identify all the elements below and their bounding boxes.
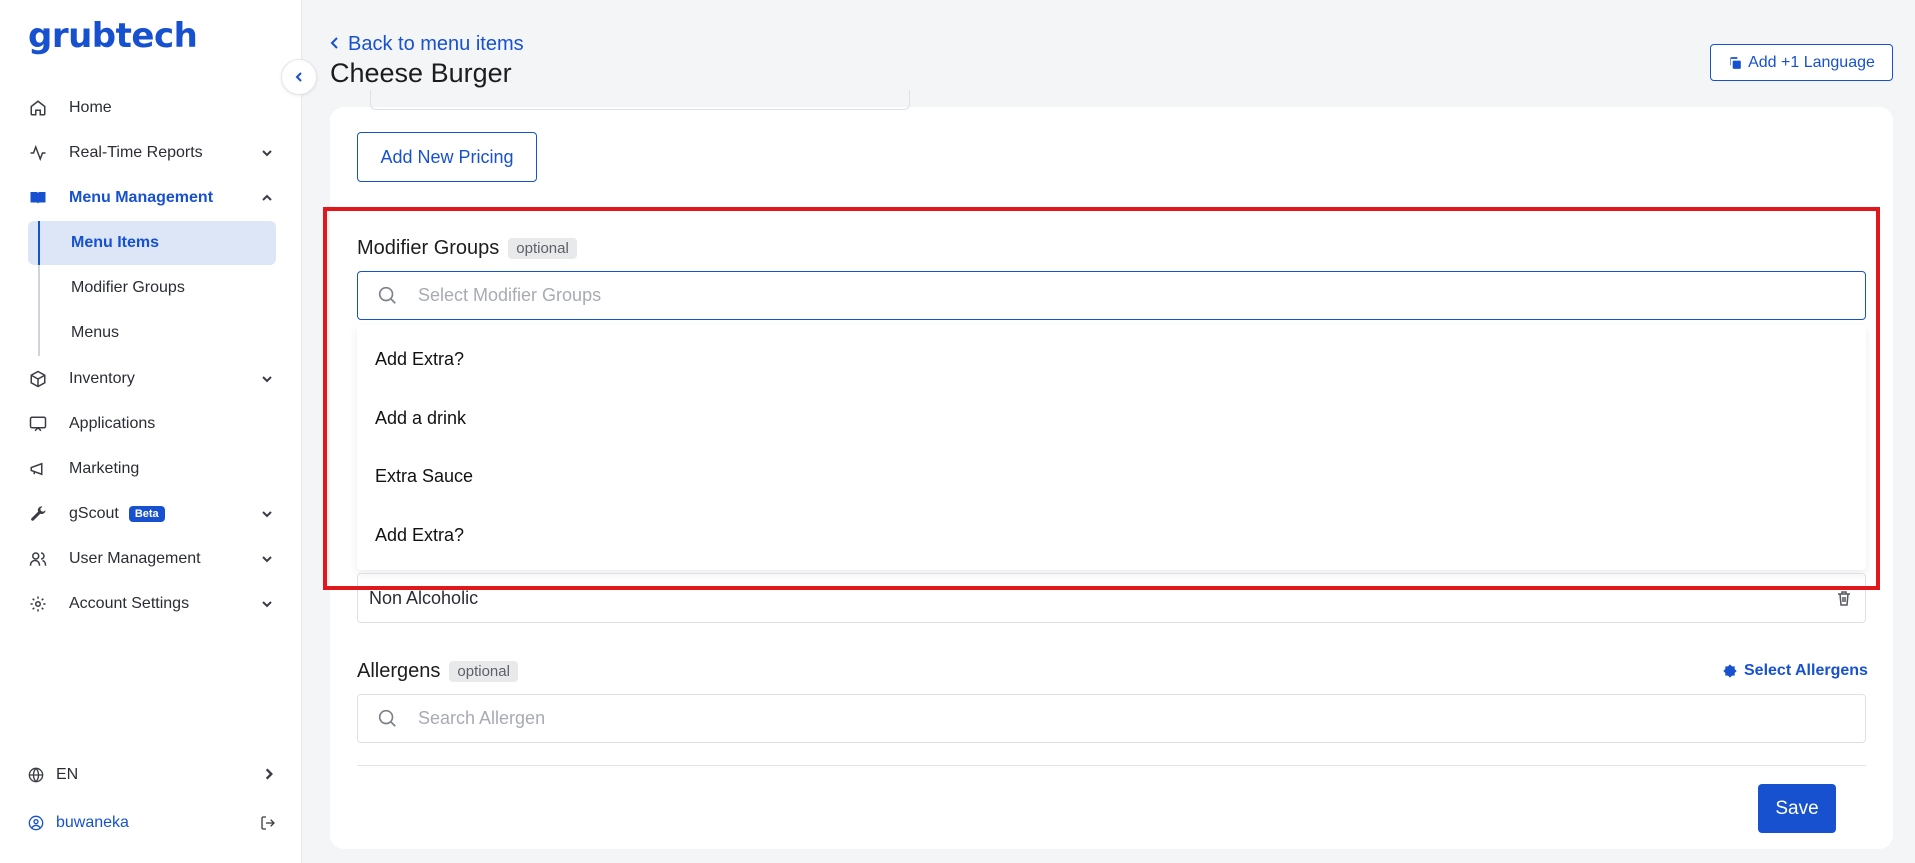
user-circle-icon: [28, 815, 44, 831]
sidebar-item-label: Marketing: [69, 460, 140, 477]
book-open-icon: [28, 188, 48, 208]
back-link-label: Back to menu items: [348, 33, 524, 55]
search-icon: [376, 284, 400, 308]
wrench-icon: [28, 504, 48, 524]
dropdown-option[interactable]: Extra Sauce: [375, 466, 473, 487]
modifier-groups-label: Modifier Groups: [357, 237, 500, 259]
add-language-label: Add +1 Language: [1748, 53, 1875, 71]
chevron-down-icon[interactable]: [258, 144, 276, 162]
modifier-groups-heading: Modifier Groups optional: [357, 237, 577, 260]
chevron-down-icon[interactable]: [258, 550, 276, 568]
chevron-down-icon[interactable]: [258, 595, 276, 613]
chevron-down-icon[interactable]: [258, 370, 276, 388]
dropdown-option[interactable]: Add Extra?: [375, 349, 464, 370]
globe-icon: [28, 767, 44, 783]
select-allergens-button[interactable]: Select Allergens: [1722, 662, 1868, 680]
sidebar-item-label: Menu Management: [69, 189, 214, 206]
sidebar-item-inventory[interactable]: Inventory: [28, 359, 276, 399]
chevron-right-icon[interactable]: [262, 767, 276, 781]
sidebar-item-user-management[interactable]: User Management: [28, 539, 276, 579]
sidebar-item-account-settings[interactable]: Account Settings: [28, 584, 276, 624]
add-language-button[interactable]: Add +1 Language: [1710, 44, 1893, 81]
selected-modifier-label: Non Alcoholic: [369, 587, 479, 608]
sidebar-item-label: Inventory: [69, 370, 135, 387]
username-label: buwaneka: [56, 814, 129, 831]
sidebar-collapse-button[interactable]: [281, 59, 317, 95]
sidebar-item-label: gScout: [69, 505, 119, 522]
home-icon: [28, 98, 48, 118]
page-title: Cheese Burger: [330, 58, 512, 88]
chevron-left-icon: [293, 71, 305, 83]
allergen-badge-icon: [1722, 663, 1738, 679]
grubtech-logo[interactable]: grubtech: [28, 16, 198, 56]
allergen-placeholder: Search Allergen: [418, 708, 546, 728]
sidebar-item-label: Account Settings: [69, 595, 190, 612]
logout-icon[interactable]: [260, 815, 276, 831]
save-button[interactable]: Save: [1758, 784, 1836, 833]
sidebar-item-menu-management[interactable]: Menu Management: [28, 178, 276, 218]
activity-icon: [28, 143, 48, 163]
sidebar-item-label: Applications: [69, 415, 156, 432]
users-icon: [28, 549, 48, 569]
allergens-label: Allergens: [357, 660, 441, 682]
sidebar-item-label: User Management: [69, 550, 201, 567]
monitor-icon: [28, 414, 48, 434]
copy-icon: [1728, 56, 1742, 70]
modifier-groups-search-input[interactable]: Select Modifier Groups: [357, 271, 1866, 320]
allergen-search-input[interactable]: Search Allergen: [357, 694, 1866, 743]
user-profile[interactable]: buwaneka: [28, 808, 276, 838]
chevron-down-icon[interactable]: [258, 505, 276, 523]
back-to-menu-items-link[interactable]: Back to menu items: [330, 33, 524, 56]
box-icon: [28, 369, 48, 389]
optional-badge: optional: [449, 661, 518, 682]
selected-modifier-row: Non Alcoholic: [357, 573, 1866, 623]
sidebar-item-label: Real-Time Reports: [69, 144, 203, 161]
sidebar-item-real-time-reports[interactable]: Real-Time Reports: [28, 133, 276, 173]
sidebar-subitem-menu-items[interactable]: Menu Items: [28, 221, 276, 265]
trash-icon[interactable]: [1837, 590, 1853, 608]
sidebar-item-applications[interactable]: Applications: [28, 404, 276, 444]
allergens-heading: Allergens optional: [357, 660, 518, 683]
modifier-groups-placeholder: Select Modifier Groups: [418, 285, 602, 305]
chevron-left-icon: [330, 36, 340, 54]
select-allergens-label: Select Allergens: [1744, 662, 1868, 679]
beta-badge: Beta: [128, 506, 165, 522]
sidebar-item-marketing[interactable]: Marketing: [28, 449, 276, 489]
dropdown-option[interactable]: Add Extra?: [375, 525, 464, 546]
chevron-up-icon[interactable]: [258, 189, 276, 207]
language-label: EN: [56, 766, 79, 783]
search-icon: [376, 707, 400, 731]
sidebar-item-label: Home: [69, 99, 112, 116]
add-new-pricing-button[interactable]: Add New Pricing: [357, 132, 537, 182]
sidebar-item-gscout[interactable]: gScout Beta: [28, 494, 276, 534]
sidebar: grubtech Home Real-Time Reports Menu Man…: [0, 0, 302, 863]
sidebar-subitem-modifier-groups[interactable]: Modifier Groups: [28, 266, 276, 310]
language-selector[interactable]: EN: [28, 760, 276, 790]
sidebar-subitem-menus[interactable]: Menus: [28, 311, 276, 355]
gear-icon: [28, 594, 48, 614]
megaphone-icon: [28, 459, 48, 479]
sidebar-item-home[interactable]: Home: [28, 88, 276, 128]
modifier-groups-dropdown: Add Extra? Add a drink Extra Sauce Add E…: [357, 325, 1866, 570]
optional-badge: optional: [508, 238, 577, 259]
form-divider: [357, 765, 1866, 766]
previous-field-edge: [370, 90, 910, 110]
dropdown-option[interactable]: Add a drink: [375, 408, 466, 429]
